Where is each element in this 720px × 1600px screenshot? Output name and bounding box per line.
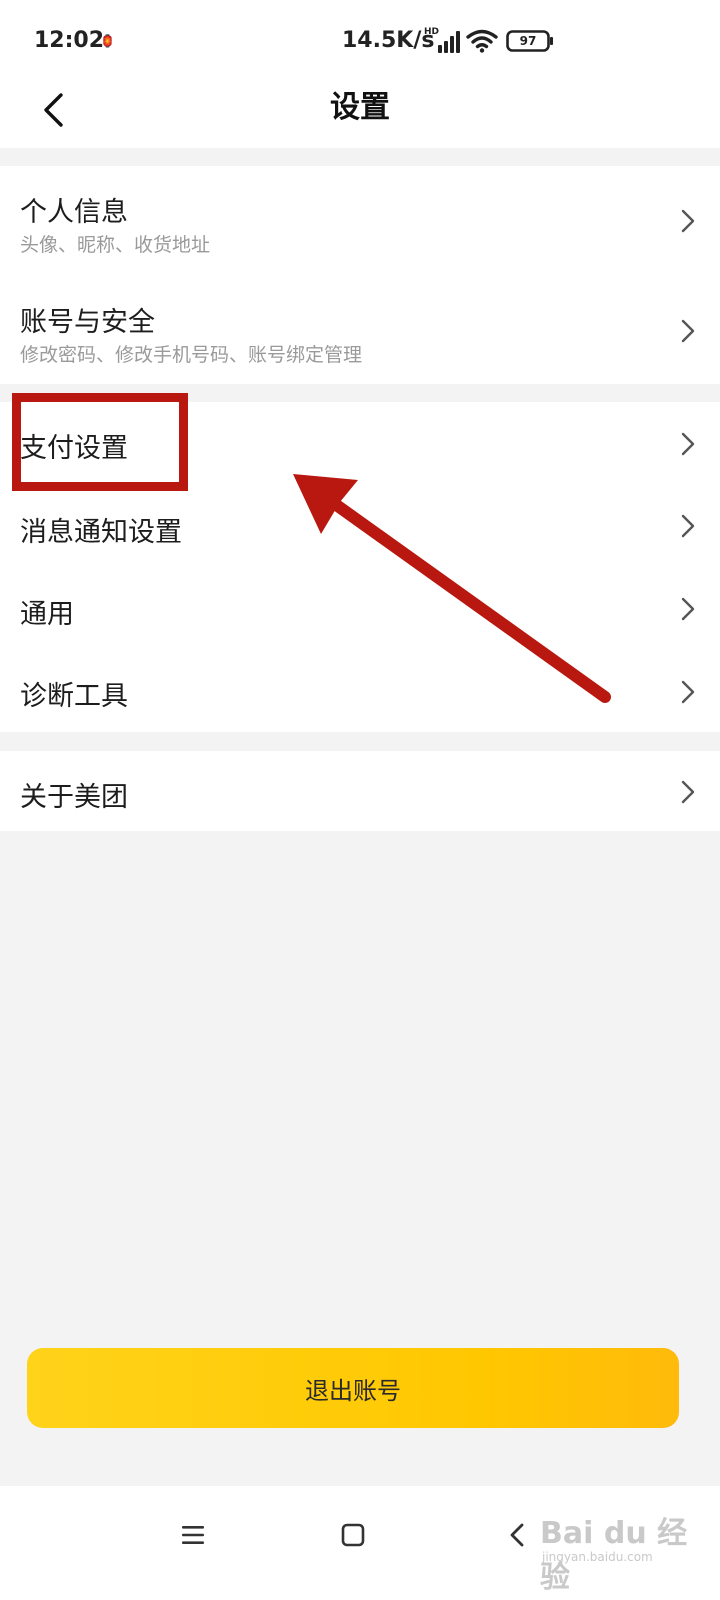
settings-group-account: 个人信息 头像、昵称、收货地址 账号与安全 修改密码、修改手机号码、账号绑定管理 bbox=[0, 166, 720, 384]
item-title: 个人信息 bbox=[20, 197, 128, 228]
status-icons: HD 97 bbox=[424, 26, 554, 56]
chevron-right-icon bbox=[681, 680, 695, 704]
status-time: 12:02 bbox=[34, 28, 105, 53]
settings-group-about: 关于美团 bbox=[0, 751, 720, 831]
network-speed: 14.5K/s bbox=[342, 28, 435, 53]
menu-icon bbox=[182, 1526, 204, 1544]
status-bar: 12:02 🏮 14.5K/s HD 97 bbox=[0, 0, 720, 86]
settings-item-about[interactable]: 关于美团 bbox=[0, 751, 720, 831]
chevron-right-icon bbox=[681, 432, 695, 456]
item-title: 支付设置 bbox=[20, 433, 128, 464]
signal-hd-label: HD bbox=[424, 27, 440, 37]
settings-item-payment[interactable]: 支付设置 bbox=[0, 402, 720, 486]
chevron-right-icon bbox=[681, 514, 695, 538]
chevron-right-icon bbox=[681, 319, 695, 343]
logout-button[interactable]: 退出账号 bbox=[27, 1348, 679, 1428]
chevron-right-icon bbox=[681, 209, 695, 233]
menu-button[interactable] bbox=[168, 1510, 218, 1560]
chevron-left-icon bbox=[44, 93, 63, 127]
settings-item-notifications[interactable]: 消息通知设置 bbox=[0, 486, 720, 568]
item-subtitle: 头像、昵称、收货地址 bbox=[20, 234, 211, 256]
chevron-right-icon bbox=[681, 780, 695, 804]
settings-item-general[interactable]: 通用 bbox=[0, 568, 720, 650]
item-title: 消息通知设置 bbox=[20, 517, 182, 548]
battery-level: 97 bbox=[519, 34, 537, 48]
settings-group-general: 支付设置 消息通知设置 通用 诊断工具 bbox=[0, 402, 720, 732]
item-title: 通用 bbox=[20, 599, 74, 630]
item-title: 账号与安全 bbox=[20, 307, 155, 338]
settings-item-personal-info[interactable]: 个人信息 头像、昵称、收货地址 bbox=[0, 166, 720, 274]
settings-item-diagnostics[interactable]: 诊断工具 bbox=[0, 650, 720, 732]
item-title: 诊断工具 bbox=[20, 681, 128, 712]
notification-icon: 🏮 bbox=[100, 34, 115, 48]
item-subtitle: 修改密码、修改手机号码、账号绑定管理 bbox=[20, 344, 363, 366]
home-button[interactable] bbox=[328, 1510, 378, 1560]
page-title: 设置 bbox=[330, 90, 390, 125]
back-icon bbox=[510, 1523, 524, 1547]
battery-icon: 97 bbox=[506, 30, 554, 52]
chevron-right-icon bbox=[681, 597, 695, 621]
back-nav-button[interactable] bbox=[492, 1510, 542, 1560]
back-button[interactable] bbox=[28, 86, 78, 134]
app-header: 设置 bbox=[0, 86, 720, 148]
item-title: 关于美团 bbox=[20, 782, 128, 813]
system-nav-bar bbox=[0, 1486, 720, 1600]
settings-item-account-security[interactable]: 账号与安全 修改密码、修改手机号码、账号绑定管理 bbox=[0, 276, 720, 384]
wifi-icon bbox=[466, 29, 498, 53]
home-icon bbox=[341, 1523, 365, 1547]
signal-icon: HD bbox=[424, 27, 460, 53]
